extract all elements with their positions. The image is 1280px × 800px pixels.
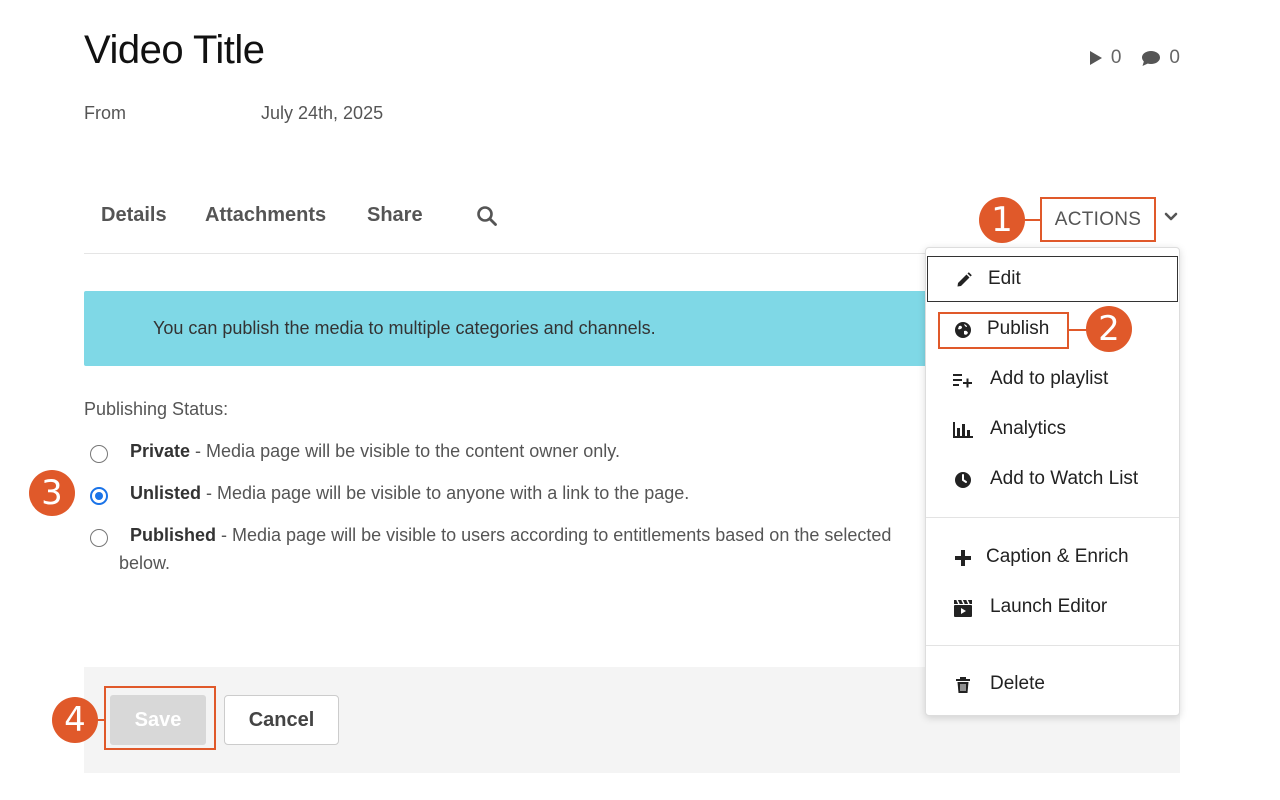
radio-published-text: Published - Media page will be visible t… xyxy=(130,525,891,546)
actions-dropdown: Edit Publish 2 Add to playlist Analytics… xyxy=(925,247,1180,716)
publish-date: July 24th, 2025 xyxy=(261,103,384,123)
clock-icon xyxy=(953,470,973,490)
menu-item-analytics[interactable]: Analytics xyxy=(926,407,1179,453)
clapperboard-icon xyxy=(953,598,973,618)
play-icon xyxy=(1089,51,1102,65)
menu-item-caption-enrich[interactable]: Caption & Enrich xyxy=(926,535,1179,581)
callout-2: 2 xyxy=(1086,306,1132,352)
save-button[interactable]: Save xyxy=(110,695,206,745)
search-icon[interactable] xyxy=(476,205,498,232)
menu-item-caption-enrich-label: Caption & Enrich xyxy=(986,546,1129,567)
radio-private-button[interactable] xyxy=(90,445,108,463)
radio-published-desc: - Media page will be visible to users ac… xyxy=(216,525,892,545)
menu-item-add-to-watch-list-label: Add to Watch List xyxy=(990,468,1139,489)
from-label: From xyxy=(84,103,126,123)
radio-published-desc-continued: below. xyxy=(119,553,171,573)
cancel-button[interactable]: Cancel xyxy=(224,695,339,745)
callout-1: 1 xyxy=(979,197,1025,243)
bar-chart-icon xyxy=(953,420,973,440)
menu-item-publish[interactable]: Publish xyxy=(926,307,1179,353)
menu-item-edit[interactable]: Edit xyxy=(927,256,1178,302)
menu-item-publish-label: Publish xyxy=(987,318,1050,339)
callout-1-connector xyxy=(1025,219,1040,221)
menu-item-delete[interactable]: Delete xyxy=(926,662,1179,708)
menu-item-analytics-label: Analytics xyxy=(990,418,1067,439)
comments-count: 0 xyxy=(1169,47,1180,68)
radio-unlisted-text: Unlisted - Media page will be visible to… xyxy=(130,483,689,504)
menu-divider xyxy=(926,517,1179,518)
tab-details[interactable]: Details xyxy=(101,204,167,227)
banner-text: You can publish the media to multiple ca… xyxy=(153,318,656,338)
plays-count: 0 xyxy=(1110,47,1122,68)
plays-stat: 0 xyxy=(1089,47,1122,69)
menu-item-edit-label: Edit xyxy=(988,268,1021,289)
tab-attachments[interactable]: Attachments xyxy=(205,204,326,227)
actions-label: ACTIONS xyxy=(1054,208,1142,230)
callout-3: 3 xyxy=(29,470,75,516)
media-stats: 0 0 xyxy=(1089,47,1180,69)
radio-unlisted-button[interactable] xyxy=(90,487,108,505)
radio-unlisted-label: Unlisted xyxy=(130,483,202,503)
publishing-status-label: Publishing Status: xyxy=(84,399,229,419)
radio-published-button[interactable] xyxy=(90,529,108,547)
actions-button[interactable]: ACTIONS xyxy=(1040,197,1156,242)
tab-share[interactable]: Share xyxy=(367,204,423,227)
menu-item-launch-editor-label: Launch Editor xyxy=(990,596,1108,617)
radio-private-text: Private - Media page will be visible to … xyxy=(130,441,620,462)
menu-item-add-to-playlist[interactable]: Add to playlist xyxy=(926,357,1179,403)
menu-item-add-to-playlist-label: Add to playlist xyxy=(990,368,1109,389)
trash-icon xyxy=(953,675,973,695)
callout-4: 4 xyxy=(52,697,98,743)
radio-private-label: Private xyxy=(130,441,191,461)
plus-icon xyxy=(953,548,973,568)
radio-published-label: Published xyxy=(130,525,217,545)
radio-private-desc: - Media page will be visible to the cont… xyxy=(190,441,620,461)
globe-icon xyxy=(953,320,973,340)
callout-2-connector xyxy=(1069,329,1087,331)
radio-unlisted-desc: - Media page will be visible to anyone w… xyxy=(201,483,690,503)
comments-stat: 0 xyxy=(1141,47,1180,69)
page-title: Video Title xyxy=(84,28,265,72)
menu-item-add-to-watch-list[interactable]: Add to Watch List xyxy=(926,457,1179,503)
comment-icon xyxy=(1142,50,1161,66)
add-to-playlist-icon xyxy=(953,370,973,390)
menu-divider xyxy=(926,645,1179,646)
menu-item-delete-label: Delete xyxy=(990,673,1045,694)
menu-item-launch-editor[interactable]: Launch Editor xyxy=(926,585,1179,631)
chevron-down-icon[interactable] xyxy=(1163,208,1179,231)
pencil-icon xyxy=(954,270,974,290)
